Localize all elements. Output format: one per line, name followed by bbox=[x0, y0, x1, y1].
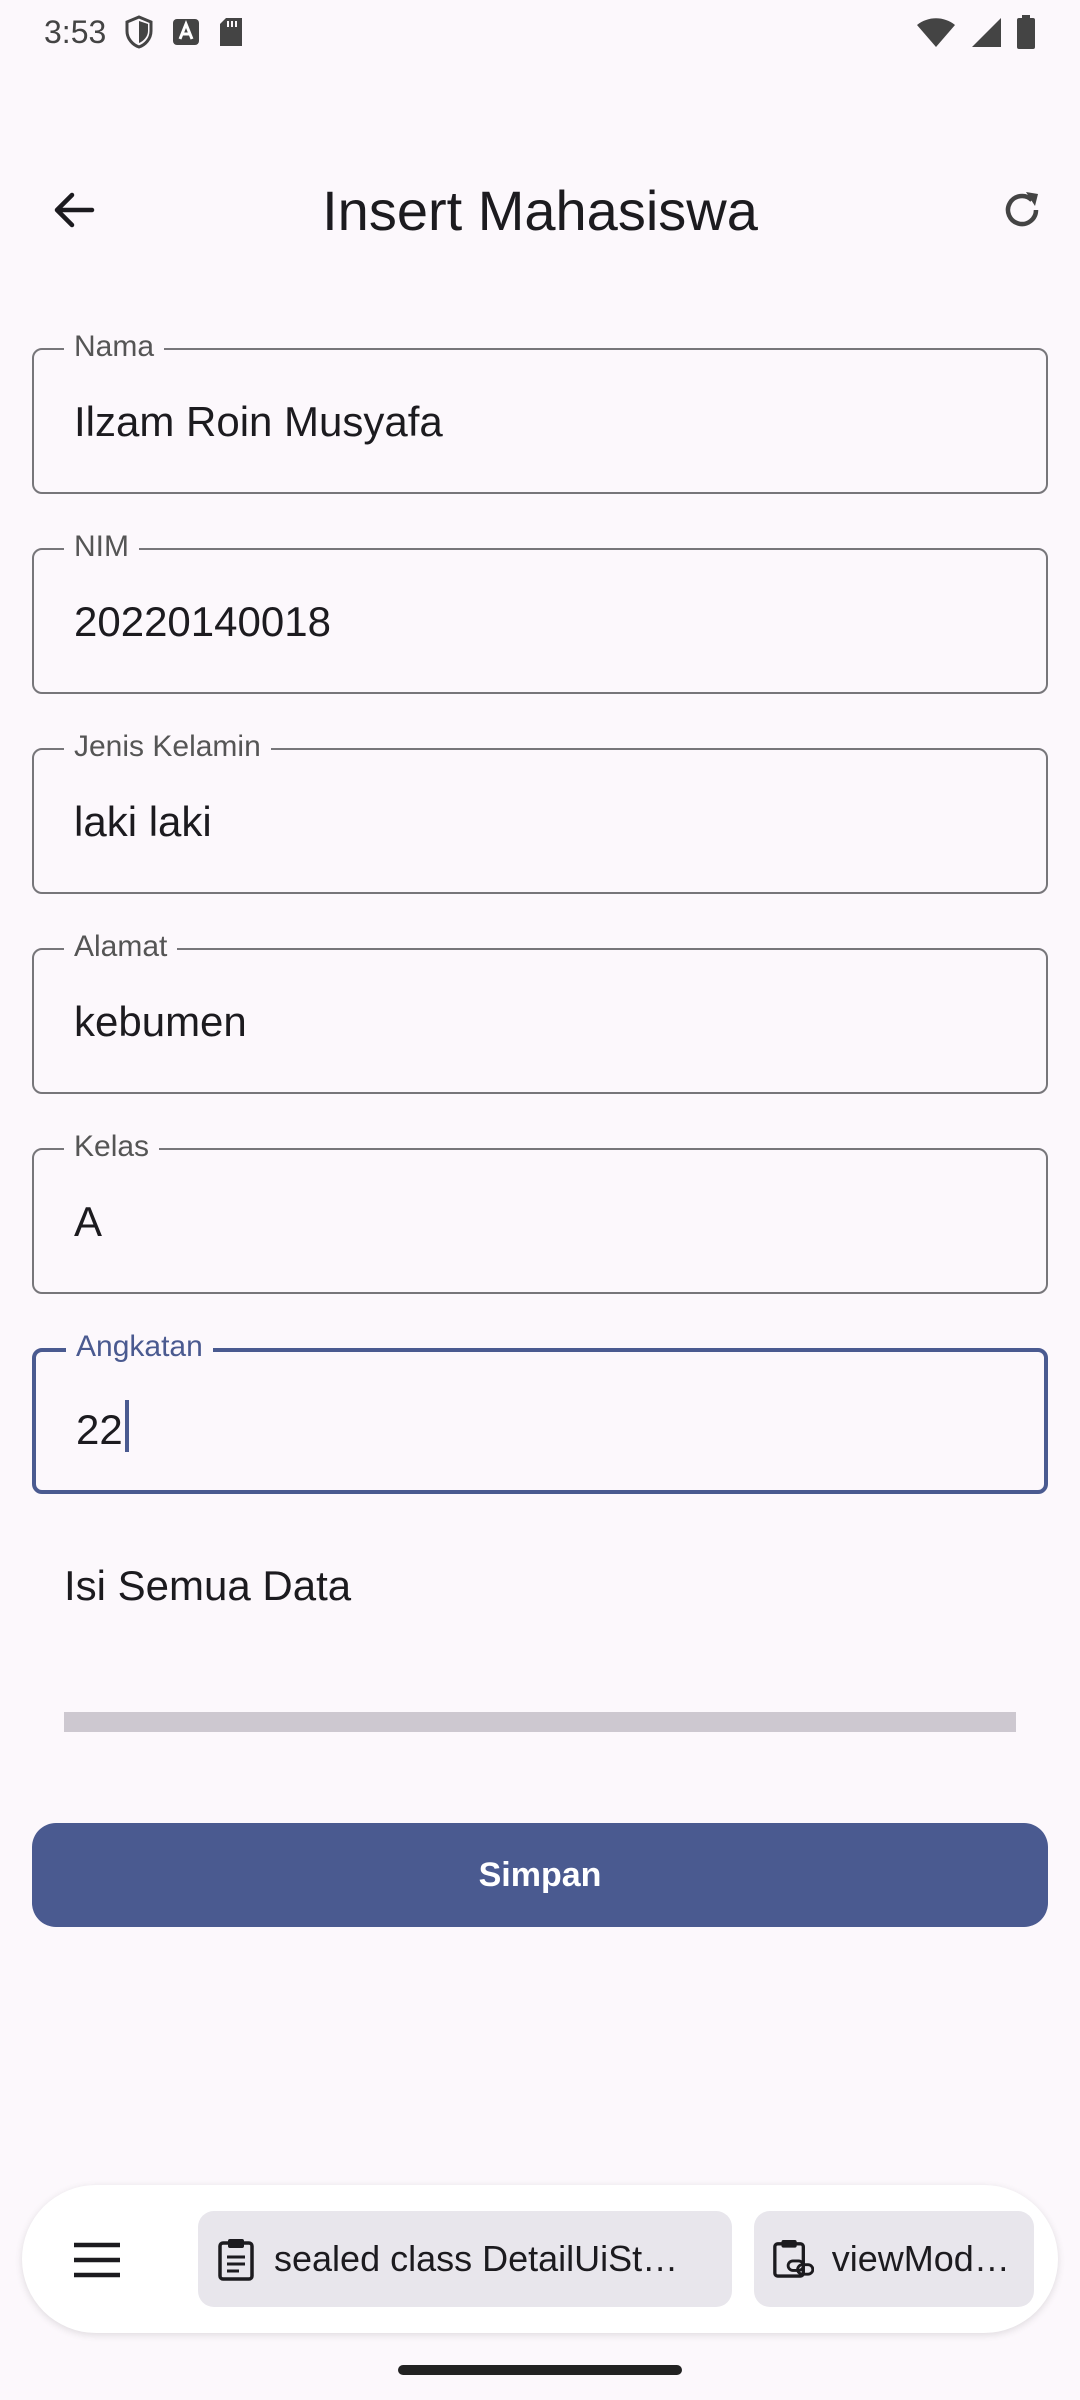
refresh-button[interactable] bbox=[984, 172, 1060, 248]
alamat-field[interactable]: Alamat kebumen bbox=[32, 930, 1048, 1094]
status-time: 3:53 bbox=[44, 13, 107, 50]
sd-card-icon bbox=[220, 18, 243, 46]
nama-label: Nama bbox=[64, 330, 165, 364]
save-button[interactable]: Simpan bbox=[32, 1823, 1048, 1927]
clipboard-chip[interactable]: sealed class DetailUiSt… bbox=[198, 2211, 732, 2307]
kelas-field[interactable]: Kelas A bbox=[32, 1130, 1048, 1294]
clipboard-icon bbox=[218, 2239, 254, 2281]
nama-input[interactable]: Ilzam Roin Musyafa bbox=[74, 398, 443, 446]
text-caret bbox=[124, 1400, 129, 1452]
angkatan-label: Angkatan bbox=[66, 1330, 213, 1364]
text-notification-icon bbox=[173, 19, 200, 45]
home-indicator[interactable] bbox=[398, 2365, 682, 2375]
nim-input[interactable]: 20220140018 bbox=[74, 598, 331, 646]
nim-label: NIM bbox=[64, 530, 139, 564]
page-title: Insert Mahasiswa bbox=[322, 179, 758, 242]
progress-bar bbox=[64, 1712, 1016, 1732]
clipboard-chip-label: sealed class DetailUiSt… bbox=[274, 2238, 679, 2279]
kelas-input[interactable]: A bbox=[74, 1198, 102, 1246]
menu-button[interactable] bbox=[62, 2225, 132, 2295]
clipboard-toolbar: sealed class DetailUiSt… viewModelS bbox=[22, 2185, 1058, 2333]
menu-icon bbox=[74, 2242, 120, 2278]
refresh-icon bbox=[1005, 192, 1039, 227]
validation-hint: Isi Semua Data bbox=[64, 1562, 352, 1609]
link-clipboard-icon bbox=[773, 2240, 814, 2278]
jenis-kelamin-field[interactable]: Jenis Kelamin laki laki bbox=[32, 730, 1048, 894]
jenis-kelamin-label: Jenis Kelamin bbox=[64, 730, 271, 764]
shield-icon bbox=[125, 15, 153, 49]
angkatan-input-wrap[interactable]: 22 bbox=[76, 1400, 129, 1454]
nim-field[interactable]: NIM 20220140018 bbox=[32, 530, 1048, 694]
jenis-kelamin-input[interactable]: laki laki bbox=[74, 798, 212, 846]
clipboard-link-chip-label: viewModelS bbox=[831, 2238, 1016, 2279]
kelas-label: Kelas bbox=[64, 1130, 160, 1164]
cell-signal-icon bbox=[972, 18, 1001, 47]
battery-icon bbox=[1017, 15, 1035, 49]
wifi-icon bbox=[917, 18, 955, 47]
status-bar: 3:53 bbox=[0, 0, 1080, 64]
alamat-input[interactable]: kebumen bbox=[74, 998, 247, 1046]
nama-field[interactable]: Nama Ilzam Roin Musyafa bbox=[32, 330, 1048, 494]
angkatan-field[interactable]: Angkatan 22 bbox=[32, 1330, 1048, 1494]
top-app-bar: Insert Mahasiswa bbox=[0, 150, 1080, 270]
angkatan-input[interactable]: 22 bbox=[76, 1406, 123, 1453]
clipboard-link-chip[interactable]: viewModelS bbox=[754, 2211, 1034, 2307]
alamat-label: Alamat bbox=[64, 930, 178, 964]
